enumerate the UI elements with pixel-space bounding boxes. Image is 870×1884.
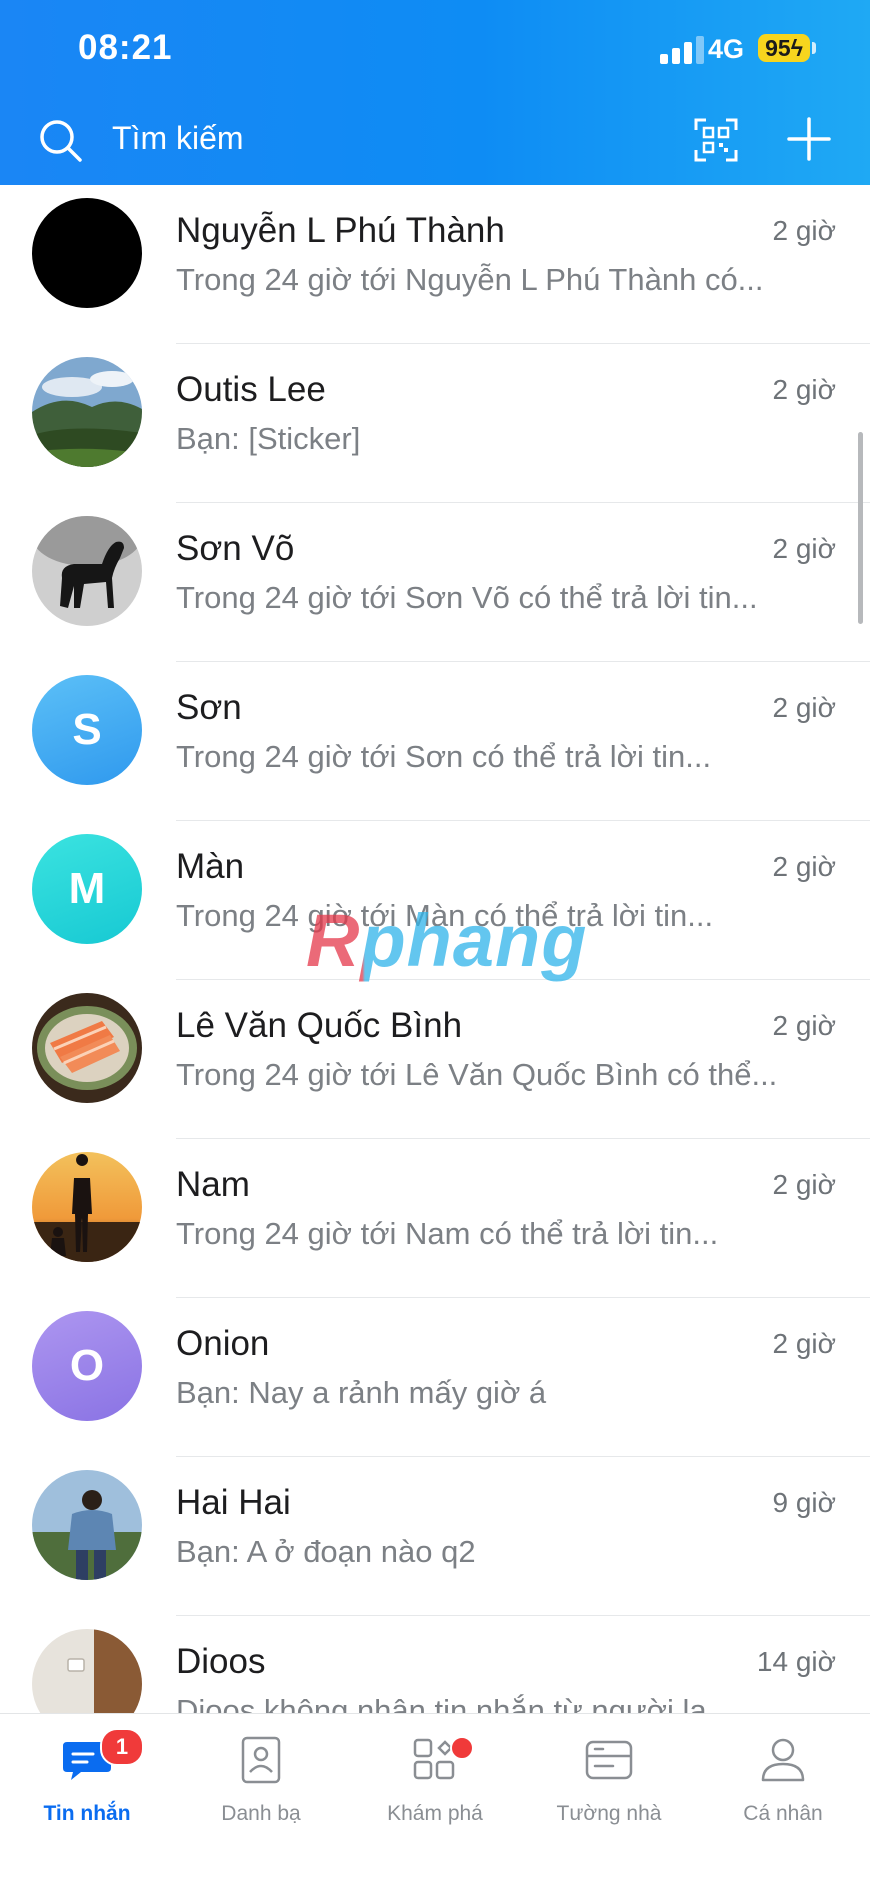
avatar	[32, 1629, 142, 1713]
tab-discover[interactable]: Khám phá	[348, 1714, 522, 1884]
message-preview: Bạn: Nay a rảnh mấy giờ á	[176, 1375, 547, 1410]
conversation-row[interactable]: S Sơn 2 giờ Trong 24 giờ tới Sơn có thể …	[0, 662, 870, 821]
contact-name: Sơn Võ	[176, 529, 295, 568]
timeline-icon	[585, 1740, 633, 1780]
tab-label: Khám phá	[387, 1802, 483, 1825]
contact-name: Dioos	[176, 1642, 266, 1681]
battery-level: 95	[765, 34, 791, 61]
contact-name: Hai Hai	[176, 1483, 291, 1522]
message-preview: Bạn: A ở đoạn nào q2	[176, 1534, 476, 1569]
message-preview: Trong 24 giờ tới Sơn có thể trả lời tin.…	[176, 739, 712, 774]
top-header: 08:21 4G 95 ϟ Tìm kiếm	[0, 0, 870, 185]
charging-bolt: ϟ	[790, 34, 803, 61]
tab-timeline[interactable]: Tường nhà	[522, 1714, 696, 1884]
conversation-row[interactable]: Outis Lee 2 giờ Bạn: [Sticker]	[0, 344, 870, 503]
plus-icon[interactable]	[786, 116, 832, 162]
tab-label: Danh bạ	[221, 1802, 301, 1825]
conversation-row[interactable]: Nam 2 giờ Trong 24 giờ tới Nam có thể tr…	[0, 1139, 870, 1298]
avatar	[32, 516, 142, 626]
contact-name: Lê Văn Quốc Bình	[176, 1006, 463, 1045]
watermark-logo: Rphang	[306, 899, 588, 982]
avatar: S	[32, 675, 142, 785]
tab-label: Cá nhân	[743, 1802, 823, 1825]
contacts-icon	[241, 1736, 281, 1784]
message-time: 2 giờ	[772, 533, 836, 564]
message-time: 9 giờ	[772, 1487, 836, 1518]
avatar	[32, 1152, 142, 1262]
message-time: 2 giờ	[772, 1010, 836, 1041]
conversation-row[interactable]: Lê Văn Quốc Bình 2 giờ Trong 24 giờ tới …	[0, 980, 870, 1139]
tab-label: Tường nhà	[556, 1802, 662, 1825]
message-time: 2 giờ	[772, 1328, 836, 1359]
contact-name: Onion	[176, 1324, 270, 1363]
avatar: M	[32, 834, 142, 944]
avatar-initial: S	[72, 705, 102, 754]
message-preview: Trong 24 giờ tới Nguyễn L Phú Thành có..…	[176, 262, 764, 297]
message-preview: Dioos không nhận tin nhắn từ người lạ...	[176, 1693, 733, 1713]
conversation-row[interactable]: Nguyễn L Phú Thành 2 giờ Trong 24 giờ tớ…	[0, 185, 870, 344]
conversation-row[interactable]: O Onion 2 giờ Bạn: Nay a rảnh mấy giờ á	[0, 1298, 870, 1457]
search-input[interactable]: Tìm kiếm	[112, 120, 244, 157]
message-time: 14 giờ	[756, 1646, 836, 1677]
tab-label: Tin nhắn	[43, 1802, 131, 1825]
contact-name: Màn	[176, 847, 245, 886]
scrollbar[interactable]	[858, 432, 863, 624]
avatar	[32, 357, 142, 467]
status-time: 08:21	[78, 28, 173, 67]
conversation-row[interactable]: Dioos 14 giờ Dioos không nhận tin nhắn t…	[0, 1616, 870, 1713]
avatar-initial: O	[69, 1341, 105, 1390]
avatar	[32, 198, 142, 308]
avatar-initial: M	[68, 864, 106, 913]
signal-icon	[660, 36, 704, 64]
contact-name: Nguyễn L Phú Thành	[176, 211, 505, 250]
message-preview: Trong 24 giờ tới Sơn Võ có thể trả lời t…	[176, 580, 758, 615]
contact-name: Outis Lee	[176, 370, 326, 409]
message-time: 2 giờ	[772, 1169, 836, 1200]
contact-name: Sơn	[176, 688, 242, 727]
message-preview: Bạn: [Sticker]	[176, 421, 361, 456]
tab-profile[interactable]: Cá nhân	[696, 1714, 870, 1884]
network-label: 4G	[708, 34, 745, 64]
conversation-row[interactable]: Sơn Võ 2 giờ Trong 24 giờ tới Sơn Võ có …	[0, 503, 870, 662]
battery-cap	[812, 42, 816, 54]
qr-scan-icon[interactable]	[694, 118, 738, 162]
message-time: 2 giờ	[772, 215, 836, 246]
message-time: 2 giờ	[772, 692, 836, 723]
contact-name: Nam	[176, 1165, 250, 1204]
avatar: O	[32, 1311, 142, 1421]
message-time: 2 giờ	[772, 851, 836, 882]
message-preview: Trong 24 giờ tới Nam có thể trả lời tin.…	[176, 1216, 719, 1251]
profile-icon	[761, 1738, 805, 1782]
notification-dot	[450, 1736, 474, 1760]
unread-badge: 1	[100, 1728, 144, 1766]
search-icon[interactable]	[38, 118, 82, 162]
tab-contacts[interactable]: Danh bạ	[174, 1714, 348, 1884]
bottom-tab-bar: 1 Tin nhắn Danh bạ Khám phá Tường nhà Cá…	[0, 1713, 870, 1884]
tab-messages[interactable]: 1 Tin nhắn	[0, 1714, 174, 1884]
avatar	[32, 993, 142, 1103]
conversation-row[interactable]: Hai Hai 9 giờ Bạn: A ở đoạn nào q2	[0, 1457, 870, 1616]
message-time: 2 giờ	[772, 374, 836, 405]
avatar	[32, 1470, 142, 1580]
battery-icon: 95 ϟ	[758, 34, 810, 62]
message-preview: Trong 24 giờ tới Lê Văn Quốc Bình có thể…	[176, 1057, 778, 1092]
